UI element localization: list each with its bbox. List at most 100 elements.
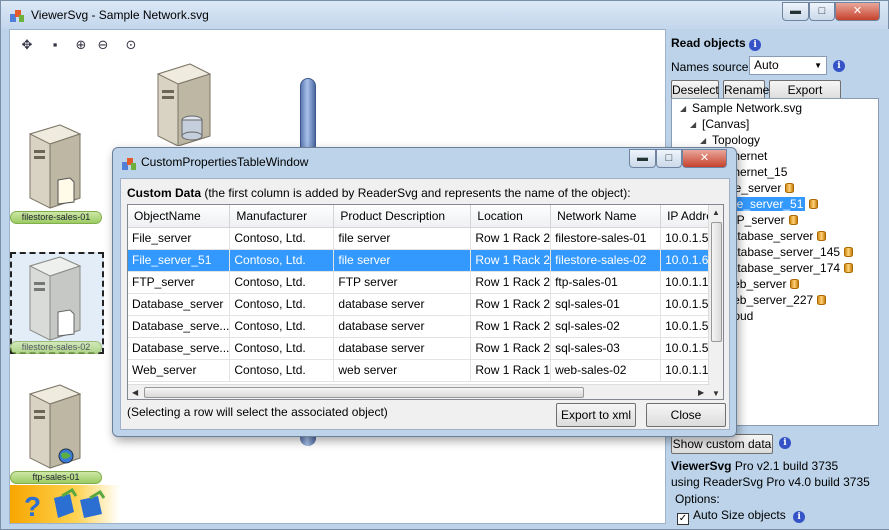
chevron-down-icon: ▼	[814, 61, 822, 70]
ftp-server-icon[interactable]	[24, 382, 88, 470]
window-title: ViewerSvg - Sample Network.svg	[31, 8, 209, 22]
tree-item[interactable]: Sample Network.svg	[692, 101, 802, 116]
grid-vertical-scrollbar[interactable]: ▲ ▼	[708, 205, 723, 399]
custom-data-table: ObjectName Manufacturer Product Descriptio…	[128, 205, 717, 382]
close-button[interactable]: ✕	[835, 2, 880, 21]
dialog-minimize-button[interactable]: ▬	[629, 149, 656, 168]
minimize-button[interactable]: ▬	[782, 2, 809, 21]
column-header[interactable]: ObjectName	[128, 205, 231, 228]
dialog-app-icon	[122, 158, 136, 170]
zoom-out-icon[interactable]: ⊖	[94, 36, 112, 54]
maximize-button[interactable]: □	[809, 2, 835, 21]
tree-item-label: Topology	[712, 133, 761, 147]
custom-data-title: Custom Data	[127, 186, 202, 200]
table-cell: Row 1 Rack 2	[470, 227, 552, 250]
column-header[interactable]: Network Name	[550, 205, 662, 228]
rename-button[interactable]: Rename	[723, 80, 769, 100]
table-cell: file server	[333, 249, 472, 272]
info-icon[interactable]: i	[749, 39, 762, 51]
table-cell: Database_serve...	[128, 337, 231, 360]
zoom-in-icon[interactable]: ⊕	[72, 36, 90, 54]
names-source-select[interactable]: Auto ▼	[749, 56, 827, 75]
app-name: ViewerSvg	[671, 459, 732, 473]
scroll-right-icon[interactable]: ▶	[698, 388, 704, 397]
table-row[interactable]: Database_serve... Contoso, Ltd. database s…	[128, 315, 717, 338]
grid-horizontal-scrollbar[interactable]: ◀ ▶	[128, 384, 710, 399]
scroll-thumb[interactable]	[144, 387, 584, 398]
expanded-icon[interactable]: ◢	[680, 104, 686, 113]
tree-item-label: Sample Network.svg	[692, 101, 803, 115]
file-server-icon[interactable]	[24, 122, 88, 210]
export-xml-button[interactable]: Export to xml	[556, 403, 636, 427]
zoom-fit-icon[interactable]: ⊙	[122, 36, 140, 54]
help-logo-icon: ?	[24, 488, 106, 522]
show-custom-data-button[interactable]: Show custom data	[671, 434, 773, 454]
table-row[interactable]: Web_server Contoso, Ltd. web server Row 1 R…	[128, 359, 717, 382]
expanded-icon[interactable]: ◢	[690, 120, 696, 129]
tree-item[interactable]: Topology	[712, 133, 760, 148]
title-bar[interactable]: ViewerSvg - Sample Network.svg ▬ □ ✕	[1, 1, 888, 29]
tree-item-label: Database_server_145	[722, 245, 841, 259]
table-cell: Row 1 Rack 2	[470, 271, 552, 294]
table-cell: File_server_51	[128, 249, 231, 272]
network-label: filestore-sales-02	[10, 341, 102, 354]
dialog-maximize-button[interactable]: □	[656, 149, 682, 168]
tree-item[interactable]: Database_server	[722, 229, 827, 244]
tree-item[interactable]: Database_server_174	[722, 261, 854, 276]
deselect-button[interactable]: Deselect	[671, 80, 719, 100]
custom-data-description: (the first column is added by ReaderSvg …	[201, 186, 631, 200]
dialog-title: CustomPropertiesTableWindow	[141, 155, 309, 169]
dialog-close-action-button[interactable]: Close	[646, 403, 726, 427]
database-icon	[785, 183, 795, 193]
tree-item[interactable]: Web_server_227	[722, 293, 827, 308]
table-cell: sql-sales-03	[550, 337, 662, 360]
table-row[interactable]: File_server_51 Contoso, Ltd. file server Ro…	[128, 249, 717, 272]
scroll-up-icon[interactable]: ▲	[712, 208, 720, 217]
database-icon	[788, 215, 798, 225]
table-row[interactable]: FTP_server Contoso, Ltd. FTP server Row 1 R…	[128, 271, 717, 294]
database-icon	[817, 295, 827, 305]
scroll-down-icon[interactable]: ▼	[712, 389, 720, 398]
table-cell: Database_serve...	[128, 315, 231, 338]
database-icon	[844, 247, 854, 257]
tree-item[interactable]: [Canvas]	[702, 117, 749, 132]
read-objects-heading: Read objects i	[671, 36, 762, 51]
expanded-icon[interactable]: ◢	[700, 136, 706, 145]
column-header[interactable]: Manufacturer	[229, 205, 335, 228]
table-cell: Contoso, Ltd.	[229, 227, 335, 250]
info-icon[interactable]: i	[833, 60, 845, 72]
options-label: Options:	[675, 492, 720, 506]
dialog-close-button[interactable]: ✕	[682, 149, 727, 168]
scroll-left-icon[interactable]: ◀	[132, 388, 138, 397]
info-icon[interactable]: i	[793, 511, 806, 523]
select-box-icon[interactable]: ▪	[46, 36, 64, 54]
tree-item[interactable]: Database_server_145	[722, 245, 854, 260]
custom-properties-dialog: CustomPropertiesTableWindow ▬ □ ✕ Custom…	[112, 147, 737, 437]
table-cell: Contoso, Ltd.	[229, 249, 335, 272]
auto-size-checkbox[interactable]: ✓	[677, 513, 689, 525]
pan-icon[interactable]: ✥	[18, 36, 36, 54]
scroll-thumb[interactable]	[711, 222, 722, 342]
column-header[interactable]: Product Description	[333, 205, 472, 228]
names-source-value: Auto	[754, 58, 779, 72]
app-icon	[10, 10, 24, 22]
auto-size-option[interactable]: ✓ Auto Size objects i	[677, 508, 806, 525]
selection-hint: (Selecting a row will select the associa…	[127, 405, 388, 419]
reader-version: using ReaderSvg Pro v4.0 build 3735	[671, 475, 870, 489]
column-header[interactable]: Location	[470, 205, 552, 228]
database-server-icon[interactable]	[148, 60, 220, 146]
table-cell: database server	[333, 337, 472, 360]
table-row[interactable]: Database_server Contoso, Ltd. database ser…	[128, 293, 717, 316]
table-cell: Database_server	[128, 293, 231, 316]
table-row[interactable]: File_server Contoso, Ltd. file server Row 1…	[128, 227, 717, 250]
app-window: ViewerSvg - Sample Network.svg ▬ □ ✕ ✥ ▪…	[0, 0, 889, 530]
table-cell: Contoso, Ltd.	[229, 271, 335, 294]
version-line: ViewerSvg Pro v2.1 build 3735	[671, 459, 838, 473]
info-icon[interactable]: i	[779, 437, 791, 449]
export-image-button[interactable]: Export image	[769, 80, 841, 115]
custom-data-grid[interactable]: ObjectName Manufacturer Product Descriptio…	[127, 204, 724, 400]
table-cell: Web_server	[128, 359, 231, 382]
database-icon	[817, 231, 827, 241]
table-row[interactable]: Database_serve... Contoso, Ltd. database s…	[128, 337, 717, 360]
file-server-selected-icon[interactable]	[24, 254, 88, 342]
